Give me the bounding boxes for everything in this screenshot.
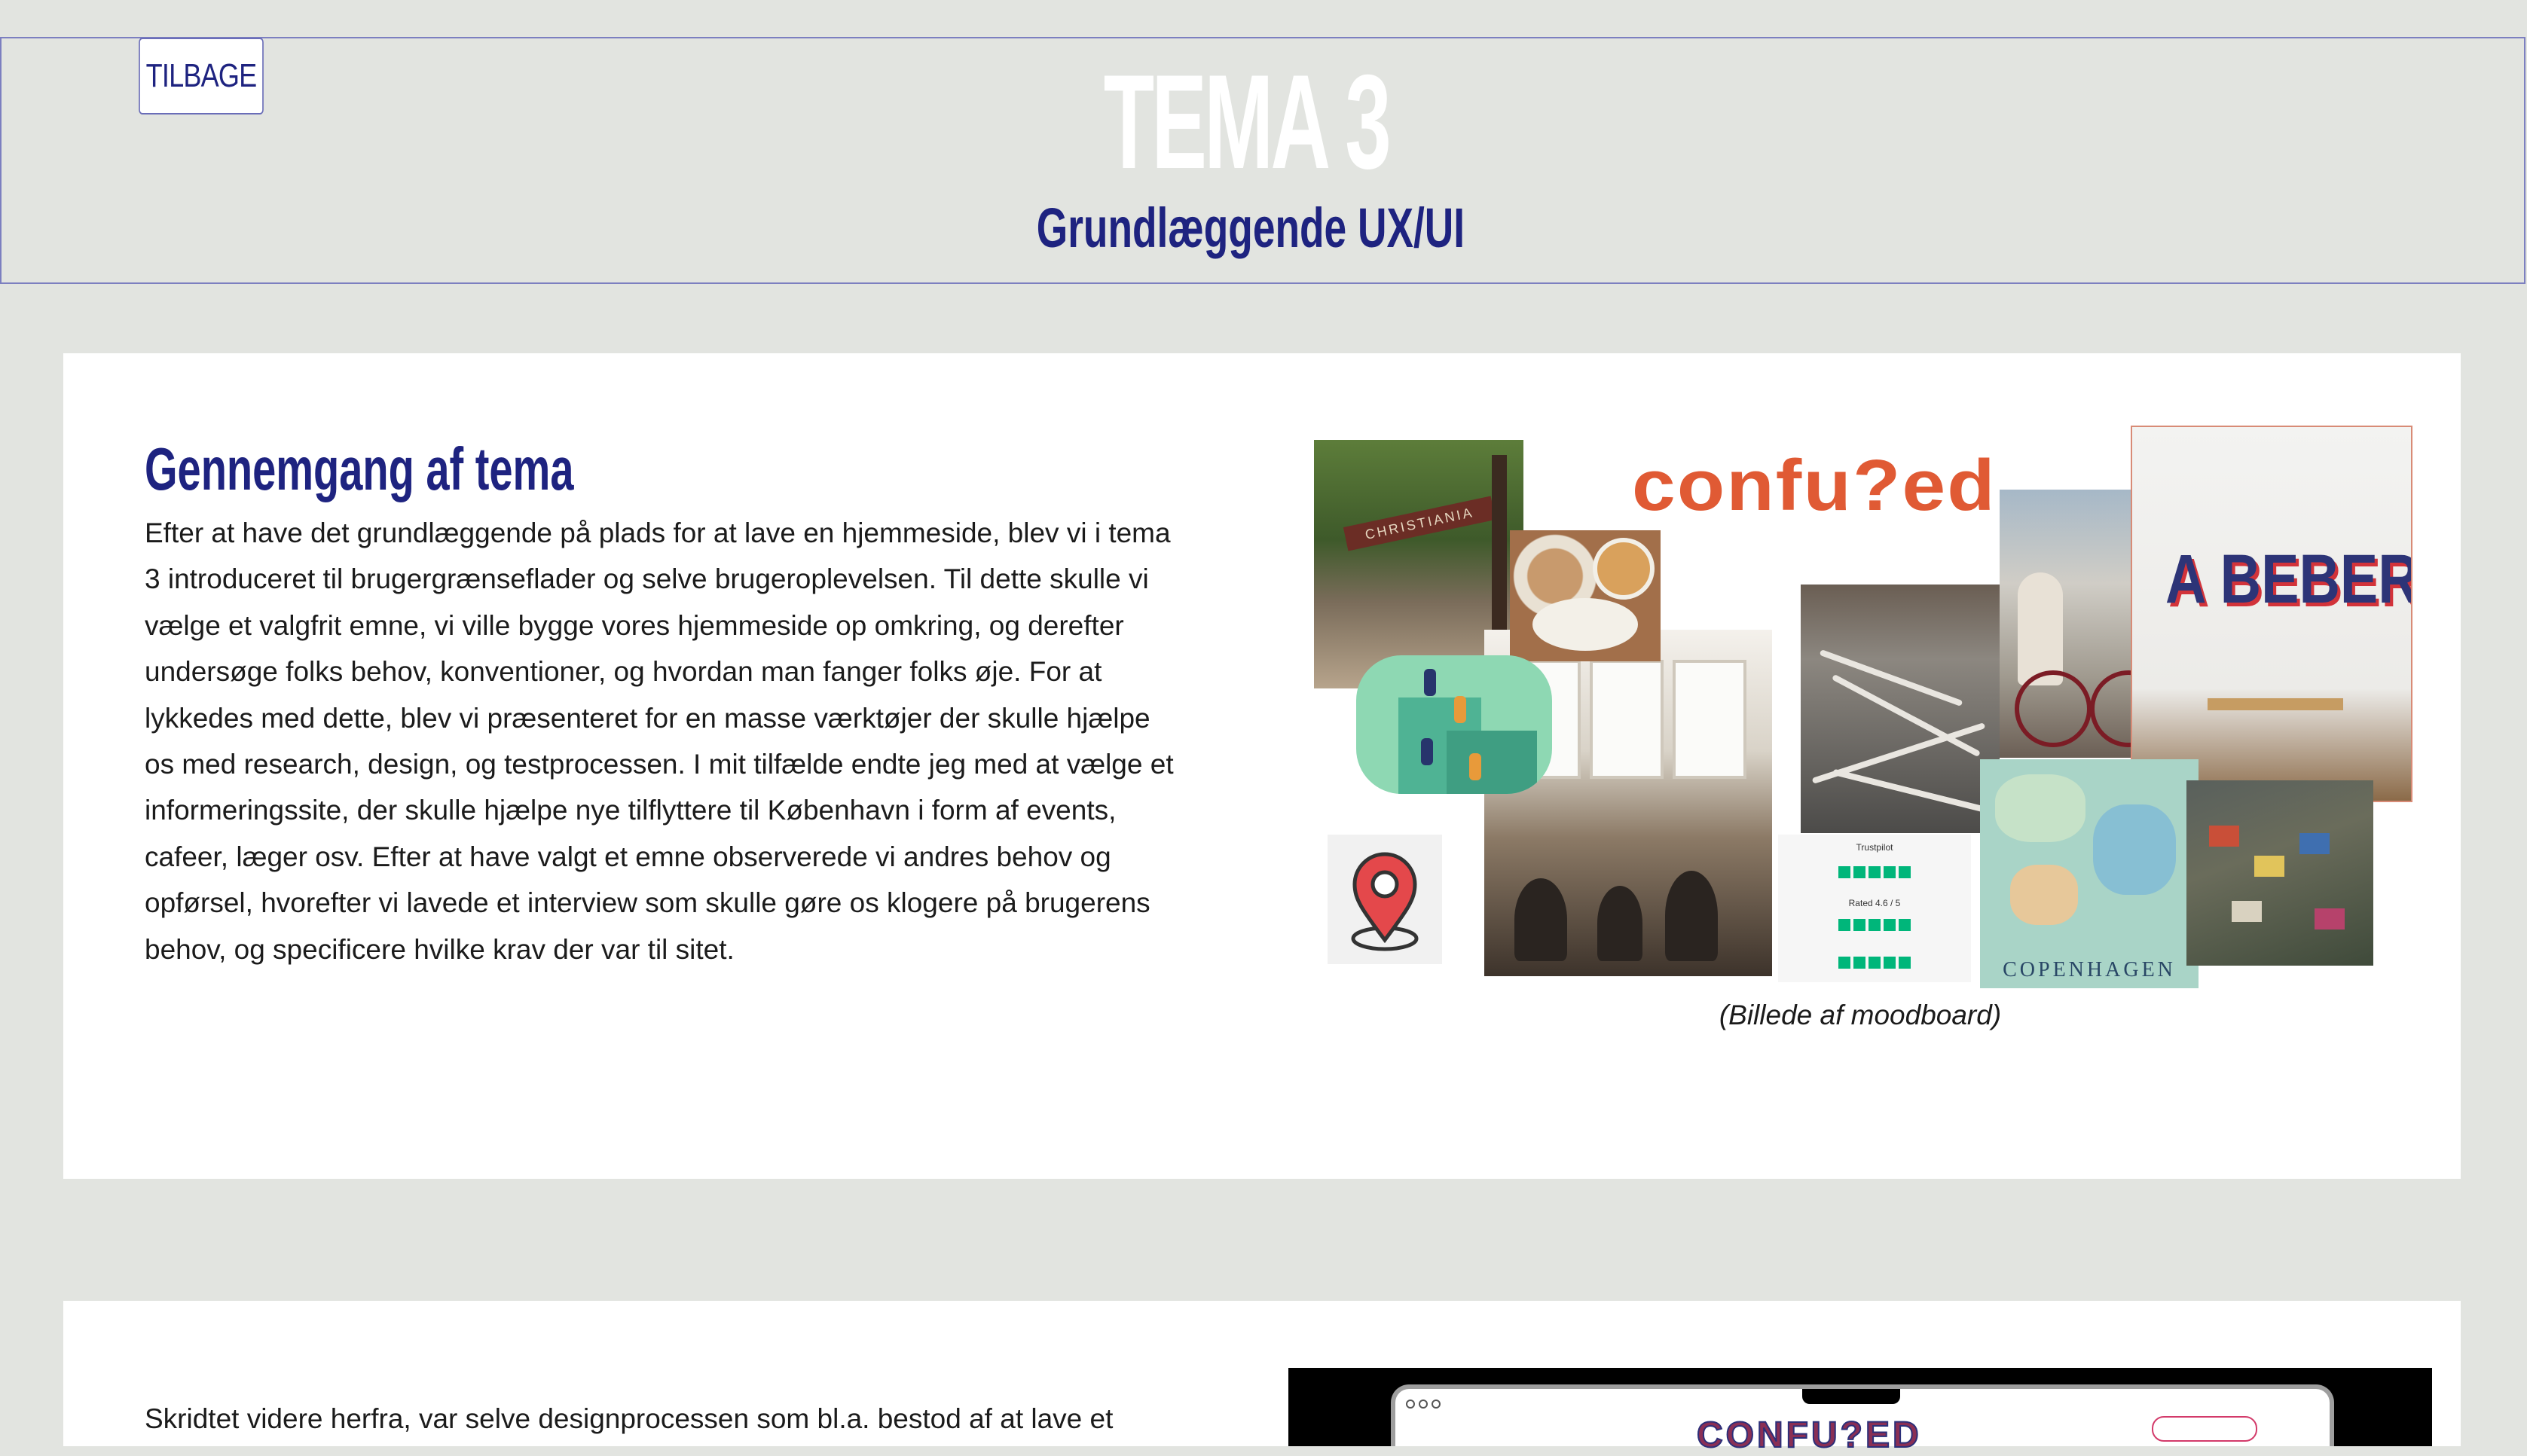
person (1514, 878, 1567, 961)
laptop-mockup-image: CONFU?ED (1288, 1368, 2432, 1456)
map-area (2010, 865, 2078, 925)
person (2018, 572, 2063, 685)
street-art-photo (1801, 585, 2000, 833)
window (1590, 660, 1664, 779)
map-pin-icon (1328, 835, 1442, 964)
book (2209, 826, 2239, 847)
figure (1469, 753, 1481, 780)
trustpilot-rated: Rated 4.6 / 5 (1848, 898, 1901, 908)
laptop-screen: CONFU?ED (1391, 1384, 2334, 1456)
cafe-sign: A BEBER (2165, 541, 2412, 618)
window-controls (1406, 1400, 1441, 1409)
search-bar (2152, 1416, 2257, 1442)
book (2315, 908, 2345, 929)
moodboard-caption: (Billede af moodboard) (1719, 1000, 2002, 1030)
map-water (2093, 804, 2176, 895)
star-row (1799, 857, 1950, 887)
trustpilot-label: Trustpilot (1856, 842, 1893, 853)
coffee-cup (1593, 538, 1655, 600)
book (2254, 856, 2284, 877)
book (2232, 901, 2262, 922)
books-photo (2186, 780, 2373, 966)
a-beber-cafe-photo: A BEBER (2131, 426, 2412, 802)
page-subtitle: Grundlæggende UX/UI (1036, 197, 1465, 259)
plate (1532, 598, 1638, 651)
teamwork-illustration (1356, 655, 1552, 794)
book (2299, 833, 2330, 854)
road-marking (1832, 768, 1988, 813)
section-body-text: Skridtet videre herfra, var selve design… (145, 1403, 1114, 1434)
copenhagen-map-illustration: COPENHAGEN (1980, 759, 2199, 988)
bike-wheel (2015, 670, 2092, 747)
person (1665, 871, 1718, 961)
section-heading: Gennemgang af tema (145, 435, 574, 502)
figure (1421, 738, 1433, 765)
laptop-notch (1802, 1389, 1900, 1404)
star-row (1799, 948, 1950, 978)
table (2208, 698, 2343, 710)
back-button[interactable]: TILBAGE (139, 38, 264, 114)
person (1597, 886, 1642, 961)
map-title: COPENHAGEN (2003, 958, 2176, 981)
star-row (1799, 910, 1950, 940)
christiania-sign: CHRISTIANIA (1343, 496, 1496, 551)
site-logo: CONFU?ED (1696, 1415, 1922, 1456)
coffee-photo (1510, 530, 1661, 661)
section-body-text: Efter at have det grundlæggende på plads… (145, 517, 1174, 965)
confuzed-logo: confu?ed (1632, 445, 1997, 526)
figure (1454, 696, 1466, 723)
window (1673, 660, 1746, 779)
map-area (1995, 774, 2085, 842)
figure (1424, 669, 1436, 696)
step-block (1447, 731, 1537, 794)
trustpilot-rating: Trustpilot Rated 4.6 / 5 (1778, 835, 1971, 982)
page-title: TEMA 3 (1103, 47, 1392, 197)
